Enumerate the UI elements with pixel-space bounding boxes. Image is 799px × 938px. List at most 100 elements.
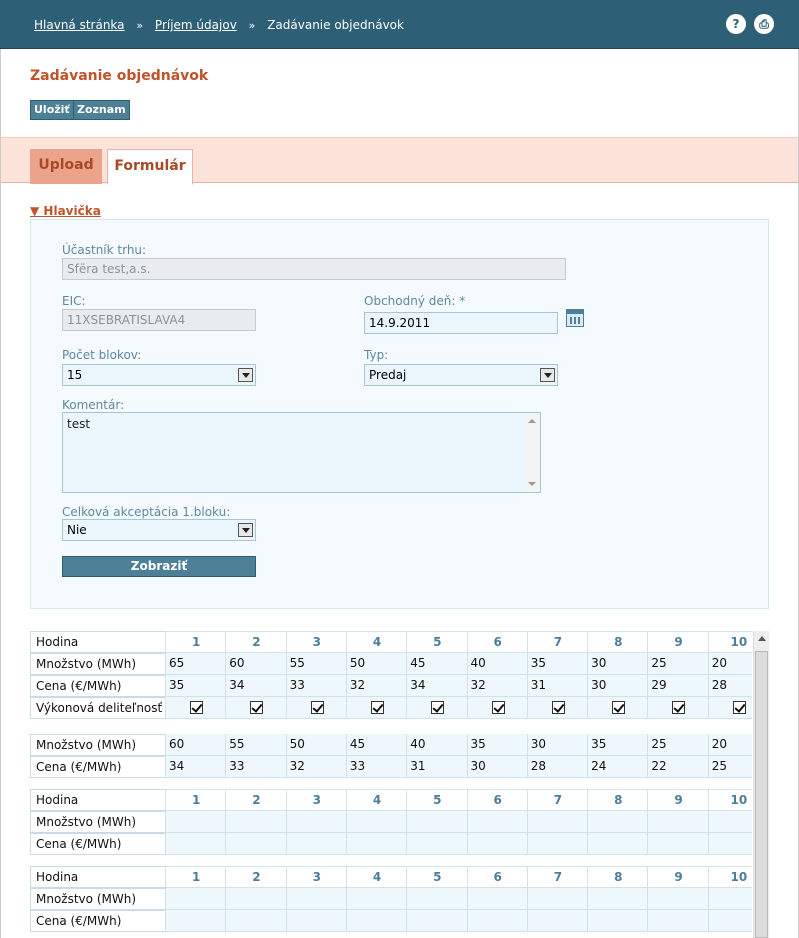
value-input-cell[interactable] — [406, 811, 468, 833]
value-input-cell[interactable]: 55 — [225, 734, 287, 756]
chevron-down-icon[interactable] — [238, 368, 253, 382]
value-input-cell[interactable]: 35 — [587, 734, 649, 756]
value-input-cell[interactable] — [345, 910, 408, 932]
value-input-cell[interactable] — [285, 833, 347, 855]
value-input-cell[interactable]: 35 — [466, 734, 528, 756]
acceptance-select[interactable]: Nie — [62, 519, 256, 541]
value-input-cell[interactable] — [406, 833, 468, 855]
divisibility-checkbox[interactable] — [250, 701, 264, 714]
value-input-cell[interactable] — [406, 910, 468, 932]
value-input-cell[interactable] — [707, 811, 752, 833]
value-input-cell[interactable]: 29 — [647, 675, 709, 697]
save-button[interactable]: Uložiť — [30, 100, 74, 120]
divisibility-checkbox[interactable] — [431, 701, 445, 714]
value-input-cell[interactable] — [647, 811, 709, 833]
divisibility-checkbox[interactable] — [732, 701, 746, 714]
value-input-cell[interactable]: 32 — [345, 675, 408, 697]
value-input-cell[interactable]: 31 — [526, 675, 589, 697]
chevron-down-icon[interactable] — [540, 368, 555, 382]
scrollbar-thumb[interactable] — [755, 651, 768, 938]
value-input-cell[interactable]: 50 — [345, 653, 408, 675]
value-input-cell[interactable] — [165, 833, 227, 855]
value-input-cell[interactable] — [587, 910, 649, 932]
value-input-cell[interactable] — [285, 888, 347, 910]
comment-scrollbar[interactable] — [525, 414, 539, 491]
value-input-cell[interactable] — [345, 833, 408, 855]
comment-textarea[interactable]: test — [62, 412, 541, 493]
value-input-cell[interactable] — [647, 833, 709, 855]
divisibility-checkbox[interactable] — [190, 701, 203, 714]
value-input-cell[interactable] — [466, 833, 528, 855]
value-input-cell[interactable]: 60 — [225, 653, 287, 675]
value-input-cell[interactable] — [707, 910, 752, 932]
value-input-cell[interactable]: 28 — [526, 756, 589, 778]
value-input-cell[interactable]: 35 — [526, 653, 589, 675]
divisibility-checkbox[interactable] — [310, 701, 324, 714]
value-input-cell[interactable] — [526, 811, 589, 833]
value-input-cell[interactable] — [225, 833, 287, 855]
value-input-cell[interactable] — [285, 910, 347, 932]
type-select[interactable]: Predaj — [364, 364, 558, 386]
value-input-cell[interactable]: 45 — [345, 734, 408, 756]
value-input-cell[interactable]: 50 — [285, 734, 347, 756]
value-input-cell[interactable]: 34 — [165, 756, 227, 778]
grid-scrollbar[interactable] — [753, 631, 769, 938]
value-input-cell[interactable] — [707, 888, 752, 910]
breadcrumb-receive-link[interactable]: Príjem údajov — [155, 18, 237, 32]
help-icon[interactable]: ? — [726, 14, 746, 34]
value-input-cell[interactable] — [466, 811, 528, 833]
value-input-cell[interactable] — [587, 811, 649, 833]
value-input-cell[interactable] — [587, 833, 649, 855]
tab-form[interactable]: Formulár — [107, 149, 193, 185]
scroll-up-icon[interactable] — [758, 636, 766, 641]
value-input-cell[interactable] — [345, 811, 408, 833]
value-input-cell[interactable] — [647, 910, 709, 932]
value-input-cell[interactable]: 25 — [647, 734, 709, 756]
divisibility-checkbox[interactable] — [551, 701, 565, 714]
value-input-cell[interactable]: 65 — [165, 653, 227, 675]
value-input-cell[interactable] — [466, 910, 528, 932]
value-input-cell[interactable] — [225, 888, 287, 910]
trade-day-input[interactable]: 14.9.2011 — [364, 312, 558, 334]
value-input-cell[interactable] — [345, 888, 408, 910]
value-input-cell[interactable]: 40 — [406, 734, 468, 756]
value-input-cell[interactable] — [587, 888, 649, 910]
print-icon[interactable]: ⎙ — [754, 14, 774, 34]
value-input-cell[interactable]: 31 — [406, 756, 468, 778]
value-input-cell[interactable]: 30 — [526, 734, 589, 756]
value-input-cell[interactable]: 34 — [406, 675, 468, 697]
value-input-cell[interactable] — [707, 833, 752, 855]
tab-upload[interactable]: Upload — [30, 149, 102, 184]
value-input-cell[interactable] — [165, 910, 227, 932]
scroll-up-icon[interactable] — [528, 419, 536, 423]
list-button[interactable]: Zoznam — [73, 100, 130, 120]
divisibility-checkbox[interactable] — [491, 701, 505, 714]
value-input-cell[interactable]: 35 — [165, 675, 227, 697]
value-input-cell[interactable] — [526, 833, 589, 855]
value-input-cell[interactable] — [466, 888, 528, 910]
value-input-cell[interactable]: 60 — [165, 734, 227, 756]
value-input-cell[interactable] — [225, 811, 287, 833]
value-input-cell[interactable]: 33 — [345, 756, 408, 778]
value-input-cell[interactable]: 34 — [225, 675, 287, 697]
value-input-cell[interactable]: 45 — [406, 653, 468, 675]
value-input-cell[interactable]: 22 — [647, 756, 709, 778]
value-input-cell[interactable]: 32 — [466, 675, 528, 697]
value-input-cell[interactable]: 25 — [707, 756, 752, 778]
value-input-cell[interactable]: 30 — [587, 675, 649, 697]
value-input-cell[interactable]: 55 — [285, 653, 347, 675]
value-input-cell[interactable]: 30 — [466, 756, 528, 778]
value-input-cell[interactable]: 33 — [225, 756, 287, 778]
breadcrumb-home-link[interactable]: Hlavná stránka — [34, 18, 125, 32]
value-input-cell[interactable] — [285, 811, 347, 833]
value-input-cell[interactable]: 24 — [587, 756, 649, 778]
show-button[interactable]: Zobraziť — [62, 556, 256, 577]
divisibility-checkbox[interactable] — [370, 701, 384, 714]
value-input-cell[interactable] — [406, 888, 468, 910]
value-input-cell[interactable] — [526, 888, 589, 910]
header-section-toggle[interactable]: ▼ Hlavička — [30, 204, 101, 218]
chevron-down-icon[interactable] — [238, 523, 253, 537]
value-input-cell[interactable] — [647, 888, 709, 910]
value-input-cell[interactable] — [225, 910, 287, 932]
value-input-cell[interactable]: 25 — [647, 653, 709, 675]
